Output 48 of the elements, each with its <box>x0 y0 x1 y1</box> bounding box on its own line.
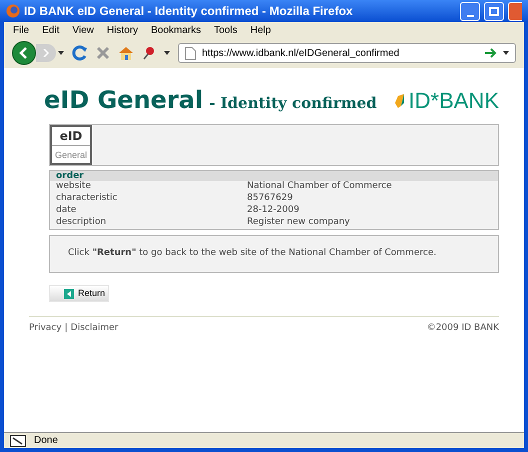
badge-title: eID <box>60 128 82 145</box>
field-label: website <box>56 180 92 193</box>
page-heading: eID General <box>44 85 204 116</box>
return-button[interactable]: Return <box>49 285 109 302</box>
field-label: characteristic <box>56 192 118 205</box>
status-text: Done <box>34 434 58 448</box>
field-value: 28-12-2009 <box>247 204 300 217</box>
menu-item[interactable]: History <box>106 22 138 38</box>
stop-icon[interactable] <box>96 46 110 60</box>
field-label: date <box>56 204 78 217</box>
pin-icon[interactable] <box>142 46 156 60</box>
message-text: Click "Return" to go back to the web site of the National Chamber of Commerce. <box>68 247 436 260</box>
field-label: description <box>56 216 108 230</box>
menu-item[interactable]: Edit <box>42 22 60 38</box>
menu-item[interactable]: Bookmarks <box>150 22 201 38</box>
field-value: Register new company <box>247 216 350 230</box>
table-title: order <box>56 172 84 181</box>
badge-subtitle: General <box>52 145 90 164</box>
maximize-button[interactable] <box>484 2 504 20</box>
separator-text: | <box>64 322 68 335</box>
back-arrow-icon <box>64 288 74 298</box>
menu-item[interactable]: Help <box>250 22 271 38</box>
window-title: ID BANK eID General - Identity confirmed - Mozilla Firefox <box>24 3 354 20</box>
copyright-text: ©2009 ID BANK <box>426 322 499 335</box>
logo-text: ID*BANK <box>408 90 499 112</box>
page-subheading: - Identity confirmed <box>209 93 377 114</box>
page-icon <box>185 46 196 60</box>
connection-icon <box>10 434 26 446</box>
address-bar[interactable]: https://www.idbank.nl/eIDGeneral_confirmed <box>178 43 516 63</box>
dropdown-icon[interactable] <box>58 51 64 55</box>
disclaimer-link[interactable]: Disclaimer <box>70 322 118 336</box>
menu-item[interactable]: Tools <box>214 22 238 38</box>
dropdown-icon[interactable] <box>164 51 170 55</box>
menu-item[interactable]: File <box>13 22 30 38</box>
minimize-button[interactable] <box>460 2 480 20</box>
field-value: National Chamber of Commerce <box>247 180 392 193</box>
url-text: https://www.idbank.nl/eIDGeneral_confirmed <box>202 46 400 60</box>
dropdown-icon[interactable] <box>503 51 509 55</box>
back-button[interactable] <box>12 41 36 65</box>
home-icon[interactable] <box>118 45 134 61</box>
menu-item[interactable]: View <box>72 22 94 38</box>
logo-icon <box>394 94 405 108</box>
reload-icon[interactable] <box>72 45 88 61</box>
go-arrow-icon[interactable] <box>485 48 497 58</box>
close-button[interactable] <box>508 2 522 20</box>
privacy-link[interactable]: Privacy <box>29 322 62 336</box>
field-value: 85767629 <box>247 192 293 205</box>
browser-icon <box>6 4 20 18</box>
